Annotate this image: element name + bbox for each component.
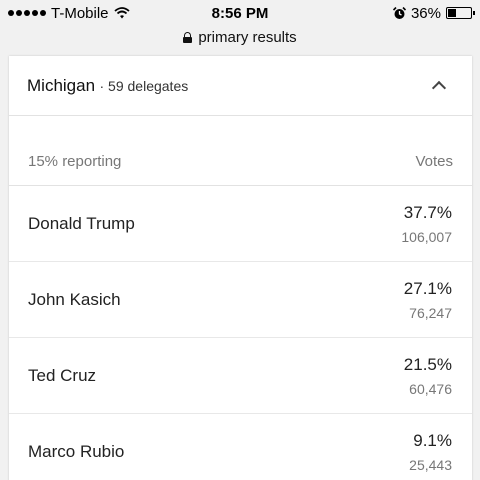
vote-percent: 37.7% bbox=[403, 202, 452, 222]
alarm-clock-icon bbox=[392, 6, 406, 19]
vote-count: 106,007 bbox=[401, 228, 452, 245]
lock-icon bbox=[183, 31, 193, 43]
candidate-result: 37.7% 106,007 bbox=[401, 203, 452, 245]
signal-icon bbox=[8, 10, 46, 16]
vote-percent: 21.5% bbox=[403, 354, 452, 374]
battery-icon bbox=[446, 7, 475, 19]
wifi-icon bbox=[113, 7, 130, 19]
vote-count: 25,443 bbox=[409, 456, 452, 473]
candidate-name: Ted Cruz bbox=[28, 365, 97, 385]
candidate-result: 9.1% 25,443 bbox=[409, 431, 452, 473]
battery-fill bbox=[448, 9, 456, 17]
candidate-name: Donald Trump bbox=[28, 213, 135, 233]
candidate-row: Donald Trump 37.7% 106,007 bbox=[9, 186, 472, 262]
status-right: 36% bbox=[392, 4, 475, 22]
url-bar[interactable]: primary results bbox=[0, 26, 480, 48]
reporting-status: 15% reporting bbox=[28, 153, 122, 170]
page-title: primary results bbox=[198, 28, 297, 46]
state-heading: Michigan · 59 delegates bbox=[27, 76, 188, 96]
status-bar: T-Mobile 8:56 PM 36% bbox=[0, 0, 480, 26]
candidate-row: Marco Rubio 9.1% 25,443 bbox=[9, 414, 472, 480]
delegate-count: · 59 delegates bbox=[99, 77, 189, 94]
card-header[interactable]: Michigan · 59 delegates bbox=[9, 56, 472, 116]
candidate-name: Marco Rubio bbox=[28, 441, 125, 461]
vote-count: 76,247 bbox=[409, 304, 452, 321]
status-left: T-Mobile bbox=[8, 5, 130, 22]
vote-percent: 27.1% bbox=[403, 278, 452, 298]
carrier-name: T-Mobile bbox=[51, 4, 109, 22]
results-subheader: 15% reporting Votes bbox=[9, 116, 472, 186]
candidate-row: Ted Cruz 21.5% 60,476 bbox=[9, 338, 472, 414]
candidate-name: John Kasich bbox=[28, 289, 121, 309]
vote-percent: 9.1% bbox=[413, 430, 452, 450]
chevron-up-icon[interactable] bbox=[431, 80, 447, 96]
votes-column-header: Votes bbox=[415, 153, 453, 170]
candidate-result: 27.1% 76,247 bbox=[404, 279, 452, 321]
state-name: Michigan bbox=[27, 75, 96, 95]
results-card: Michigan · 59 delegates 15% reporting Vo… bbox=[9, 56, 472, 480]
battery-percent: 36% bbox=[410, 4, 441, 22]
candidate-row: John Kasich 27.1% 76,247 bbox=[9, 262, 472, 338]
vote-count: 60,476 bbox=[409, 380, 452, 397]
candidate-result: 21.5% 60,476 bbox=[404, 355, 452, 397]
